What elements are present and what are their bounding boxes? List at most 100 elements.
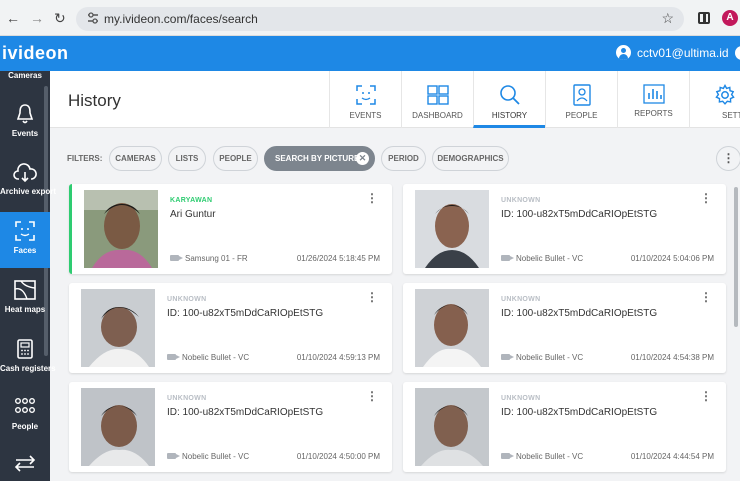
- timestamp: 01/10/2024 4:59:13 PM: [296, 353, 380, 362]
- page-header: History EVENTS DASHBOARD HISTORY PEOPLE …: [50, 71, 740, 128]
- app-logo[interactable]: ivideon: [2, 43, 69, 64]
- close-icon[interactable]: ✕: [356, 152, 369, 165]
- card-menu-icon[interactable]: ⋮: [700, 390, 712, 402]
- face-photo: [415, 190, 489, 268]
- face-photo: [415, 388, 489, 466]
- menu-toggle[interactable]: [735, 46, 740, 60]
- result-card[interactable]: UNKNOWN ID: 100-u82xT5mDdCaRIOpEtSTG ⋮ N…: [69, 382, 392, 472]
- person-name: ID: 100-u82xT5mDdCaRIOpEtSTG: [501, 209, 658, 220]
- filter-period[interactable]: PERIOD: [381, 146, 426, 171]
- filter-lists[interactable]: LISTS: [168, 146, 206, 171]
- person-name: Ari Guntur: [170, 209, 216, 220]
- sidebar-item-transfer[interactable]: [0, 446, 50, 481]
- result-card[interactable]: UNKNOWN ID: 100-u82xT5mDdCaRIOpEtSTG ⋮ N…: [403, 184, 726, 274]
- tab-reports[interactable]: REPORTS: [617, 71, 689, 128]
- sidebar-item-faces[interactable]: Faces: [0, 212, 50, 268]
- filters-label: FILTERS:: [67, 154, 103, 163]
- tab-label: HISTORY: [491, 111, 528, 120]
- account-icon: [616, 45, 631, 60]
- filter-search-by-picture[interactable]: SEARCH BY PICTURE ✕: [264, 146, 375, 171]
- cash-register-icon: [17, 339, 33, 359]
- tab-people[interactable]: PEOPLE: [545, 71, 617, 128]
- face-thumbnail: [415, 289, 489, 367]
- filter-people[interactable]: PEOPLE: [213, 146, 258, 171]
- camera-icon: [167, 453, 180, 459]
- result-card[interactable]: KARYAWAN Ari Guntur ⋮ Samsung 01 - FR 01…: [69, 184, 392, 274]
- card-menu-icon[interactable]: ⋮: [366, 291, 378, 303]
- site-settings-icon[interactable]: [86, 11, 100, 25]
- user-email: cctv01@ultima.id: [637, 46, 729, 60]
- tab-label: DASHBOARD: [412, 111, 463, 120]
- bar-chart-icon: [642, 84, 665, 104]
- person-name: ID: 100-u82xT5mDdCaRIOpEtSTG: [167, 407, 324, 418]
- address-bar[interactable]: my.ivideon.com/faces/search ☆: [76, 7, 684, 31]
- card-menu-icon[interactable]: ⋮: [366, 390, 378, 402]
- filter-cameras[interactable]: CAMERAS: [109, 146, 162, 171]
- list-tag: UNKNOWN: [501, 296, 541, 303]
- sidebar: Cameras Events Archive export Faces Heat…: [0, 71, 57, 481]
- sidebar-item-cash-registers[interactable]: Cash registers: [0, 330, 56, 386]
- bookmark-star-icon[interactable]: ☆: [661, 10, 674, 27]
- sidebar-item-heat-maps[interactable]: Heat maps: [0, 271, 50, 327]
- result-card[interactable]: UNKNOWN ID: 100-u82xT5mDdCaRIOpEtSTG ⋮ N…: [403, 382, 726, 472]
- sidebar-item-label: People: [11, 422, 39, 431]
- filter-demographics[interactable]: DEMOGRAPHICS: [432, 146, 509, 171]
- card-menu-icon[interactable]: ⋮: [366, 192, 378, 204]
- sidebar-item-people[interactable]: People: [0, 388, 50, 444]
- person-name: ID: 100-u82xT5mDdCaRIOpEtSTG: [501, 308, 658, 319]
- camera-label: Samsung 01 - FR: [170, 254, 248, 263]
- camera-label: Nobelic Bullet - VC: [501, 254, 583, 263]
- face-photo: [81, 289, 155, 367]
- list-tag: UNKNOWN: [167, 395, 207, 402]
- tab-events[interactable]: EVENTS: [329, 71, 401, 128]
- sidebar-item-cameras[interactable]: Cameras: [0, 71, 50, 83]
- card-menu-icon[interactable]: ⋮: [700, 291, 712, 303]
- cloud-download-icon: [13, 163, 37, 183]
- dashboard-icon: [426, 85, 449, 105]
- bell-icon: [16, 104, 34, 124]
- tab-label: SETTINGS: [722, 111, 740, 120]
- face-scan-icon: [355, 85, 376, 105]
- list-tag: UNKNOWN: [501, 197, 541, 204]
- card-menu-icon[interactable]: ⋮: [700, 192, 712, 204]
- face-photo: [415, 289, 489, 367]
- user-menu[interactable]: cctv01@ultima.id: [616, 45, 729, 60]
- gear-icon: [715, 84, 735, 105]
- face-photo: [81, 388, 155, 466]
- sidebar-item-events[interactable]: Events: [0, 95, 50, 151]
- person-name: ID: 100-u82xT5mDdCaRIOpEtSTG: [167, 308, 324, 319]
- timestamp: 01/10/2024 4:50:00 PM: [296, 452, 380, 461]
- result-card[interactable]: UNKNOWN ID: 100-u82xT5mDdCaRIOpEtSTG ⋮ N…: [403, 283, 726, 373]
- face-thumbnail: [415, 388, 489, 466]
- back-arrow-icon[interactable]: ←: [6, 10, 20, 26]
- heatmap-icon: [14, 280, 36, 300]
- transfer-icon: [14, 455, 36, 472]
- timestamp: 01/26/2024 5:18:45 PM: [296, 254, 380, 263]
- side-panel-icon[interactable]: [698, 12, 710, 24]
- face-photo: [84, 190, 158, 268]
- result-card[interactable]: UNKNOWN ID: 100-u82xT5mDdCaRIOpEtSTG ⋮ N…: [69, 283, 392, 373]
- face-thumbnail: [84, 190, 158, 268]
- face-thumbnail: [81, 388, 155, 466]
- timestamp: 01/10/2024 5:04:06 PM: [630, 254, 714, 263]
- forward-arrow-icon[interactable]: →: [30, 10, 44, 26]
- sidebar-item-archive-export[interactable]: Archive export: [0, 155, 57, 211]
- tab-dashboard[interactable]: DASHBOARD: [401, 71, 473, 128]
- profile-avatar[interactable]: A: [722, 10, 738, 26]
- results-scrollbar[interactable]: [734, 187, 738, 327]
- reload-icon[interactable]: ↻: [54, 10, 66, 27]
- tab-settings[interactable]: SETTINGS: [689, 71, 740, 128]
- sidebar-item-label: Archive export: [0, 187, 57, 196]
- more-options-button[interactable]: ⋮: [716, 146, 740, 171]
- timestamp: 01/10/2024 4:44:54 PM: [630, 452, 714, 461]
- face-thumbnail: [415, 190, 489, 268]
- sidebar-item-label: Events: [11, 129, 39, 138]
- tab-history[interactable]: HISTORY: [473, 71, 545, 128]
- browser-toolbar: ← → ↻ my.ivideon.com/faces/search ☆ A: [0, 0, 740, 36]
- face-thumbnail: [81, 289, 155, 367]
- camera-label: Nobelic Bullet - VC: [501, 452, 583, 461]
- sidebar-item-label: Cash registers: [0, 364, 56, 373]
- tab-label: EVENTS: [349, 111, 382, 120]
- camera-icon: [170, 255, 183, 261]
- camera-icon: [167, 354, 180, 360]
